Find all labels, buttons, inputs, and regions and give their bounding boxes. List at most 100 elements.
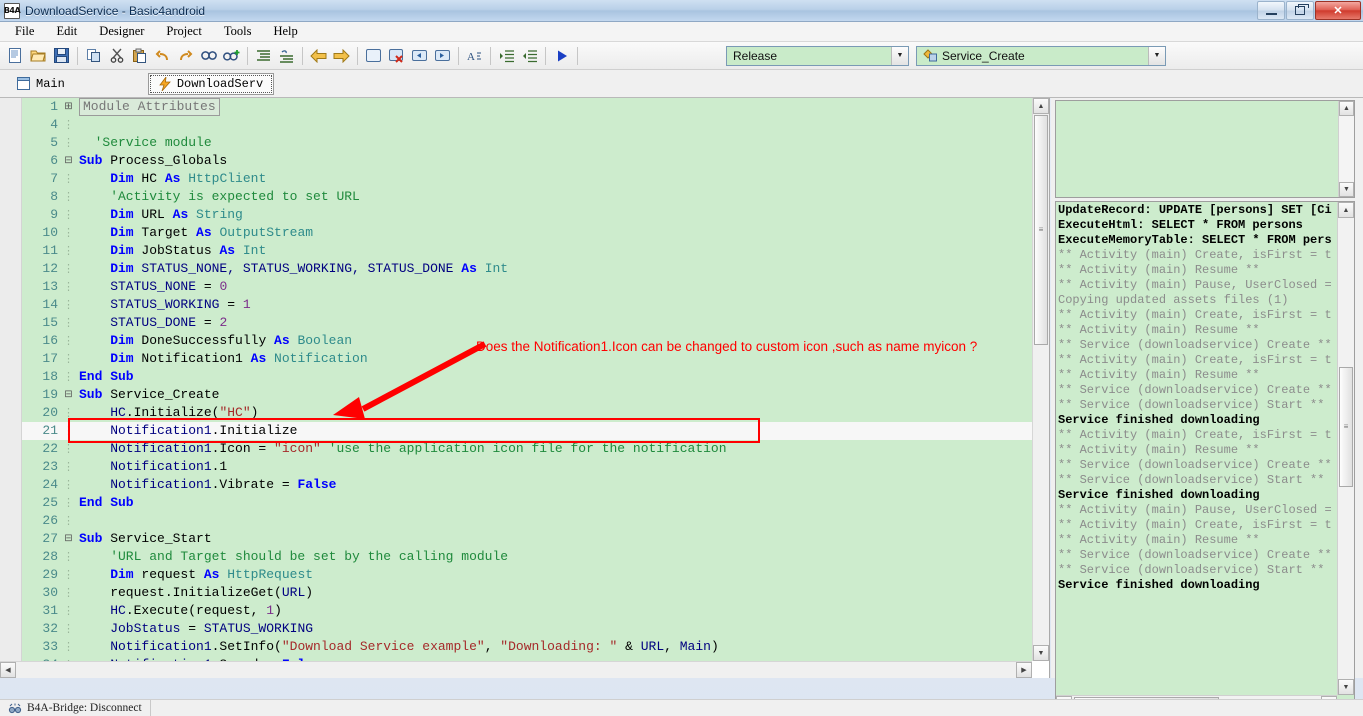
close-button[interactable]: ✕ bbox=[1315, 1, 1361, 20]
minimize-button[interactable] bbox=[1257, 1, 1285, 20]
code-token: = bbox=[203, 279, 220, 294]
back-icon[interactable] bbox=[307, 45, 330, 67]
log-line: ** Activity (main) Create, isFirst = t bbox=[1058, 353, 1332, 367]
code-line[interactable]: 26 ⋮ bbox=[22, 512, 1032, 530]
code-token: JobStatus bbox=[79, 621, 189, 636]
fold-guide: ⋮ bbox=[63, 462, 74, 474]
code-line[interactable]: 27 ⊟ Sub Service_Start bbox=[22, 530, 1032, 548]
code-text-area[interactable]: 1 ⊞ Module Attributes 4 ⋮ 5 ⋮ 'Service module 6… bbox=[22, 98, 1032, 661]
code-line[interactable]: 18 ⋮ End Sub bbox=[22, 368, 1032, 386]
fold-toggle-icon[interactable]: ⊟ bbox=[62, 152, 75, 170]
code-line[interactable]: 13 ⋮ STATUS_NONE = 0 bbox=[22, 278, 1032, 296]
code-line[interactable]: 29 ⋮ Dim request As HttpRequest bbox=[22, 566, 1032, 584]
code-line-text: STATUS_DONE = 2 bbox=[75, 314, 227, 332]
code-line[interactable]: 12 ⋮ Dim STATUS_NONE, STATUS_WORKING, STA… bbox=[22, 260, 1032, 278]
scroll-down-icon[interactable]: ▼ bbox=[1033, 645, 1049, 661]
font-icon[interactable]: A bbox=[463, 45, 486, 67]
code-line[interactable]: 23 ⋮ Notification1.1 bbox=[22, 458, 1032, 476]
code-line[interactable]: 1 ⊞ Module Attributes bbox=[22, 98, 1032, 116]
fold-toggle-icon[interactable]: ⊟ bbox=[62, 530, 75, 548]
restore-button[interactable] bbox=[1286, 1, 1314, 20]
code-line[interactable]: 33 ⋮ Notification1.SetInfo("Download Serv… bbox=[22, 638, 1032, 656]
menu-edit-label: Edit bbox=[56, 24, 78, 38]
scroll-down-icon[interactable]: ▼ bbox=[1338, 679, 1354, 695]
code-line[interactable]: 24 ⋮ Notification1.Vibrate = False bbox=[22, 476, 1032, 494]
remove-view-icon[interactable] bbox=[385, 45, 408, 67]
scroll-left-icon[interactable]: ◀ bbox=[0, 662, 16, 678]
code-line[interactable]: 25 ⋮ End Sub bbox=[22, 494, 1032, 512]
scroll-up-icon[interactable]: ▲ bbox=[1339, 101, 1354, 116]
code-line[interactable]: 4 ⋮ bbox=[22, 116, 1032, 134]
bookmark-prev-icon[interactable] bbox=[408, 45, 431, 67]
line-number: 31 bbox=[42, 603, 58, 618]
fold-toggle-icon[interactable]: ⊟ bbox=[62, 386, 75, 404]
code-line[interactable]: 9 ⋮ Dim URL As String bbox=[22, 206, 1032, 224]
menu-edit[interactable]: Edit bbox=[45, 22, 88, 41]
bookmark-next-icon[interactable] bbox=[431, 45, 454, 67]
indent-less-icon[interactable] bbox=[518, 45, 541, 67]
redo-icon[interactable] bbox=[174, 45, 197, 67]
logs-vscroll-thumb[interactable]: ≡ bbox=[1339, 367, 1353, 487]
save-icon[interactable] bbox=[50, 45, 73, 67]
copy-icon[interactable] bbox=[82, 45, 105, 67]
code-line[interactable]: 15 ⋮ STATUS_DONE = 2 bbox=[22, 314, 1032, 332]
chevron-down-icon[interactable]: ▼ bbox=[891, 46, 908, 65]
menu-designer[interactable]: Designer bbox=[88, 22, 155, 41]
code-line-text: Sub Process_Globals bbox=[75, 152, 227, 170]
bridge-status-cell[interactable]: B4A-Bridge: Disconnect bbox=[0, 699, 151, 716]
forward-icon[interactable] bbox=[330, 45, 353, 67]
code-line[interactable]: 7 ⋮ Dim HC As HttpClient bbox=[22, 170, 1032, 188]
editor-horizontal-scrollbar[interactable]: ◀ ▶ bbox=[0, 661, 1032, 678]
build-mode-dropdown[interactable]: Release ▼ bbox=[726, 45, 909, 66]
designer-icon[interactable] bbox=[362, 45, 385, 67]
indent-more-icon[interactable] bbox=[495, 45, 518, 67]
code-line[interactable]: 6 ⊟ Sub Process_Globals bbox=[22, 152, 1032, 170]
indent-icon[interactable] bbox=[252, 45, 275, 67]
menu-project[interactable]: Project bbox=[155, 22, 212, 41]
code-line[interactable]: 14 ⋮ STATUS_WORKING = 1 bbox=[22, 296, 1032, 314]
code-token: 0 bbox=[219, 279, 228, 294]
scroll-right-icon[interactable]: ▶ bbox=[1016, 662, 1032, 678]
new-file-icon[interactable] bbox=[4, 45, 27, 67]
code-token: Service_Start bbox=[110, 531, 212, 546]
sub-selector-dropdown[interactable]: Service_Create ▼ bbox=[916, 45, 1166, 66]
doctab-downloadserv[interactable]: DownloadServ bbox=[147, 72, 275, 95]
editor-vscroll-thumb[interactable]: ≡ bbox=[1034, 115, 1048, 345]
menu-help[interactable]: Help bbox=[262, 22, 308, 41]
filter-output-vscrollbar[interactable]: ▲ ▼ bbox=[1338, 101, 1354, 197]
code-token: As bbox=[164, 171, 189, 186]
code-line[interactable]: 8 ⋮ 'Activity is expected to set URL bbox=[22, 188, 1032, 206]
run-icon[interactable] bbox=[550, 45, 573, 67]
log-filter-output-box[interactable]: ▲ ▼ bbox=[1055, 100, 1355, 198]
scroll-down-icon[interactable]: ▼ bbox=[1339, 182, 1354, 197]
line-number: 19 bbox=[42, 387, 58, 402]
code-editor[interactable]: 1 ⊞ Module Attributes 4 ⋮ 5 ⋮ 'Service module 6… bbox=[0, 98, 1050, 678]
chevron-down-icon[interactable]: ▼ bbox=[1148, 46, 1165, 65]
logs-vertical-scrollbar[interactable]: ▲ ≡ ▼ bbox=[1337, 202, 1354, 695]
find-next-icon[interactable] bbox=[220, 45, 243, 67]
comment-icon[interactable] bbox=[275, 45, 298, 67]
menu-tools[interactable]: Tools bbox=[213, 22, 263, 41]
code-line[interactable]: 32 ⋮ JobStatus = STATUS_WORKING bbox=[22, 620, 1032, 638]
undo-icon[interactable] bbox=[151, 45, 174, 67]
cut-icon[interactable] bbox=[105, 45, 128, 67]
doctab-main[interactable]: Main bbox=[6, 73, 76, 95]
open-folder-icon[interactable] bbox=[27, 45, 50, 67]
code-line[interactable]: 5 ⋮ 'Service module bbox=[22, 134, 1032, 152]
find-icon[interactable] bbox=[197, 45, 220, 67]
logs-output-box[interactable]: UpdateRecord: UPDATE [persons] SET [Ci Ex… bbox=[1055, 201, 1355, 713]
editor-vertical-scrollbar[interactable]: ▲ ≡ ▼ bbox=[1032, 98, 1049, 661]
code-line[interactable]: 30 ⋮ request.InitializeGet(URL) bbox=[22, 584, 1032, 602]
code-line[interactable]: 28 ⋮ 'URL and Target should be set by the… bbox=[22, 548, 1032, 566]
code-line[interactable]: 11 ⋮ Dim JobStatus As Int bbox=[22, 242, 1032, 260]
code-line[interactable]: 19 ⊟ Sub Service_Create bbox=[22, 386, 1032, 404]
code-line[interactable]: 10 ⋮ Dim Target As OutputStream bbox=[22, 224, 1032, 242]
editor-bookmark-gutter[interactable] bbox=[0, 98, 22, 678]
paste-icon[interactable] bbox=[128, 45, 151, 67]
code-line[interactable]: 31 ⋮ HC.Execute(request, 1) bbox=[22, 602, 1032, 620]
scroll-up-icon[interactable]: ▲ bbox=[1338, 202, 1354, 218]
fold-toggle-icon[interactable]: ⊞ bbox=[62, 98, 75, 116]
code-token: ) bbox=[274, 603, 282, 618]
menu-file[interactable]: File bbox=[4, 22, 45, 41]
scroll-up-icon[interactable]: ▲ bbox=[1033, 98, 1049, 114]
